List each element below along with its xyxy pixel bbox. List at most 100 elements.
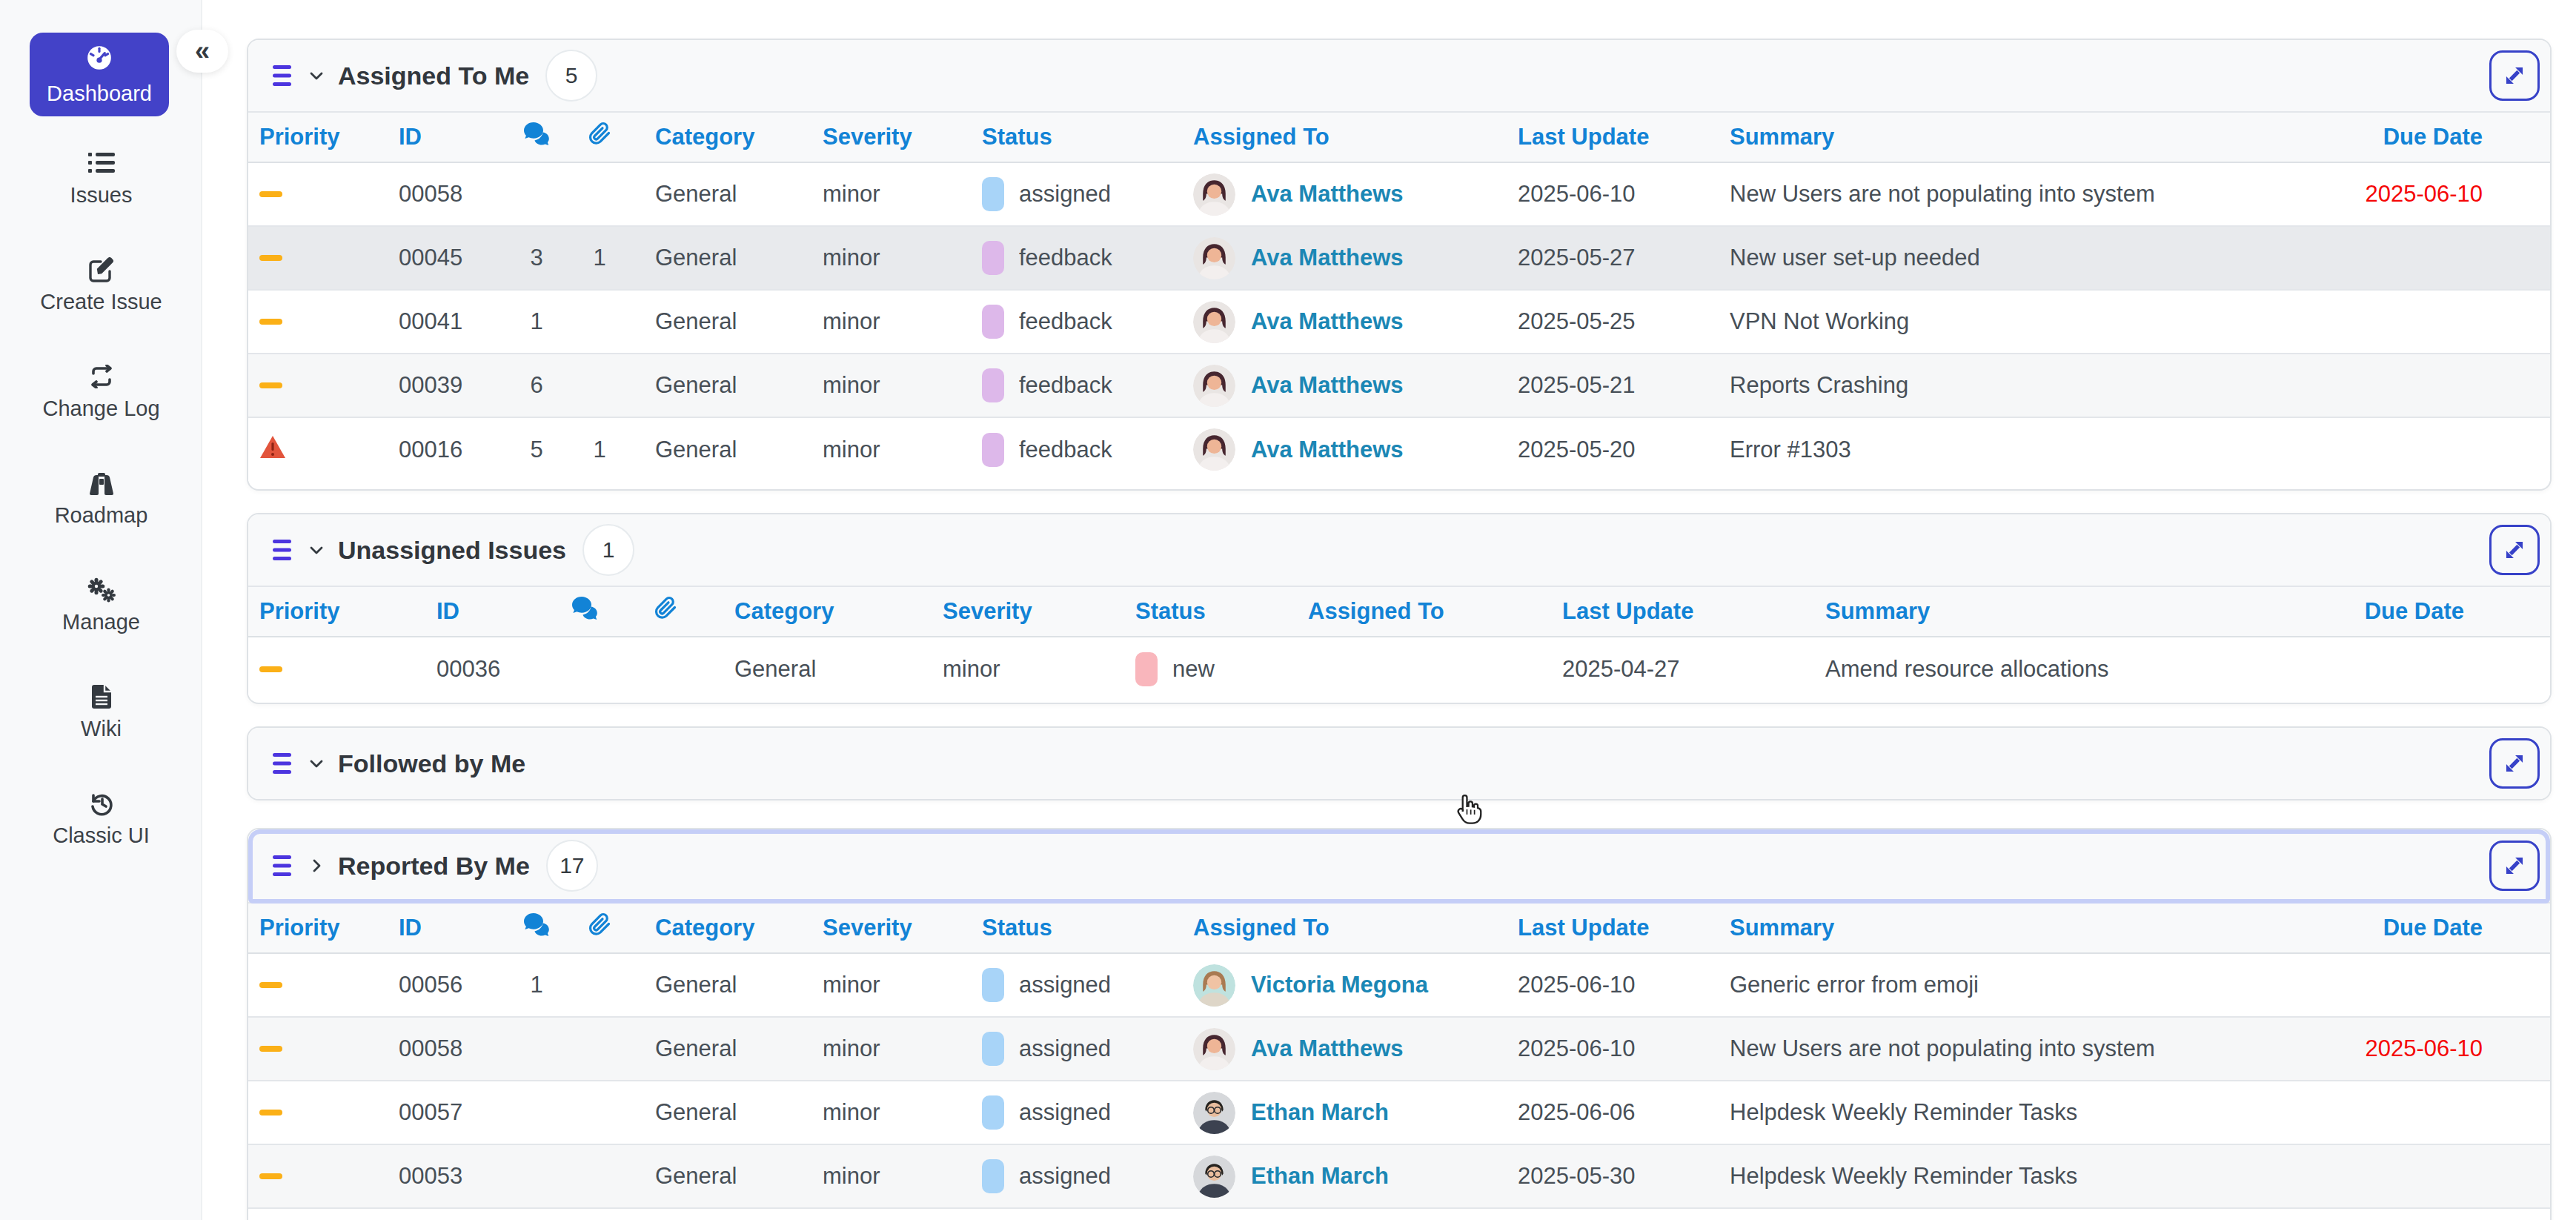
last-update-cell: 2025-06-06: [1507, 1081, 1719, 1144]
comment-count: 3: [518, 226, 555, 290]
issue-row[interactable]: 000411GeneralminorfeedbackAva Matthews20…: [248, 290, 2552, 354]
assignee-link[interactable]: Ava Matthews: [1251, 308, 1404, 335]
edit-icon: [88, 256, 115, 283]
collapse-chevron-icon[interactable]: [308, 541, 325, 559]
column-header-due-date[interactable]: Due Date: [2220, 903, 2552, 953]
expand-panel-button[interactable]: [2489, 841, 2540, 891]
column-header-priority[interactable]: Priority: [248, 903, 388, 953]
comment-count: [518, 1017, 555, 1081]
column-header-due-date[interactable]: Due Date: [2220, 112, 2552, 162]
column-header-last-update[interactable]: Last Update: [1507, 903, 1719, 953]
column-header-assigned-to[interactable]: Assigned To: [1182, 903, 1507, 953]
column-header-priority[interactable]: Priority: [248, 586, 425, 637]
severity-cell: minor: [811, 290, 971, 354]
history-icon: [88, 790, 115, 817]
sidebar-item-issues[interactable]: Issues: [0, 150, 202, 208]
column-header-status[interactable]: Status: [1124, 586, 1297, 637]
assignee-link[interactable]: Ethan March: [1251, 1099, 1389, 1126]
column-header-severity[interactable]: Severity: [932, 586, 1124, 637]
sidebar-collapse-button[interactable]: «: [176, 30, 228, 73]
column-header-severity[interactable]: Severity: [811, 903, 971, 953]
column-header-last-update[interactable]: Last Update: [1507, 112, 1719, 162]
column-header-status[interactable]: Status: [971, 112, 1182, 162]
category-cell: General: [644, 953, 811, 1017]
drag-handle-icon[interactable]: [273, 540, 291, 560]
column-header-summary[interactable]: Summary: [1719, 112, 2220, 162]
drag-handle-icon[interactable]: [273, 65, 291, 86]
category-cell: General: [644, 1081, 811, 1144]
assignee-link[interactable]: Ethan March: [1251, 1163, 1389, 1190]
issue-row[interactable]: 000561GeneralminorassignedVictoria Megon…: [248, 953, 2552, 1017]
expand-panel-button[interactable]: [2489, 50, 2540, 101]
column-header-severity[interactable]: Severity: [811, 112, 971, 162]
column-header-summary[interactable]: Summary: [1719, 903, 2220, 953]
collapse-chevron-icon[interactable]: [308, 755, 325, 772]
assignee-link[interactable]: Ava Matthews: [1251, 181, 1404, 208]
expand-panel-button[interactable]: [2489, 738, 2540, 789]
column-header-id[interactable]: ID: [425, 586, 562, 637]
collapse-chevron-icon[interactable]: [308, 857, 325, 875]
assignee-link[interactable]: Ava Matthews: [1251, 245, 1404, 271]
due-date-cell: [2225, 637, 2552, 700]
attachment-count: [555, 1081, 644, 1144]
sidebar-item-classic-ui[interactable]: Classic UI: [0, 790, 202, 848]
status-color-chip: [982, 968, 1004, 1002]
column-header-category[interactable]: Category: [644, 112, 811, 162]
column-header-last-update[interactable]: Last Update: [1551, 586, 1814, 637]
column-header-assigned-to[interactable]: Assigned To: [1297, 586, 1551, 637]
column-header-category[interactable]: Category: [644, 903, 811, 953]
column-header-priority[interactable]: Priority: [248, 112, 388, 162]
drag-handle-icon[interactable]: [273, 753, 291, 774]
issue-row[interactable]: 000396GeneralminorfeedbackAva Matthews20…: [248, 354, 2552, 417]
table-header-row: PriorityID CategorySeverityStatusAssigned…: [248, 112, 2552, 162]
expand-icon: [2500, 749, 2529, 778]
issue-row[interactable]: 0001651GeneralminorfeedbackAva Matthews2…: [248, 417, 2552, 481]
comment-count: 1: [518, 953, 555, 1017]
drag-handle-icon[interactable]: [273, 855, 291, 876]
assignee-avatar: [1193, 301, 1235, 343]
column-header-category[interactable]: Category: [723, 586, 932, 637]
issue-row[interactable]: 0004531GeneralminorfeedbackAva Matthews2…: [248, 226, 2552, 290]
summary-cell: New Users are not populating into system: [1719, 1017, 2220, 1081]
panel-count-badge: 17: [546, 840, 598, 892]
issue-row[interactable]: 00057GeneralminorassignedEthan March2025…: [248, 1081, 2552, 1144]
sidebar-item-manage[interactable]: Manage: [0, 577, 202, 634]
last-update-cell: 2025-06-10: [1507, 953, 1719, 1017]
repeat-icon: [87, 363, 116, 390]
status-color-chip: [1135, 652, 1158, 686]
column-header-id[interactable]: ID: [388, 903, 518, 953]
severity-cell: minor: [932, 637, 1124, 700]
column-header-id[interactable]: ID: [388, 112, 518, 162]
column-header-status[interactable]: Status: [971, 903, 1182, 953]
assignee-avatar: [1193, 1092, 1235, 1134]
issue-id: 00045: [388, 226, 518, 290]
expand-panel-button[interactable]: [2489, 525, 2540, 575]
issue-row[interactable]: 00036Generalminornew2025-04-27Amend reso…: [248, 637, 2552, 700]
last-update-cell: 2025-05-30: [1507, 1144, 1719, 1208]
sidebar-item-create-issue[interactable]: Create Issue: [0, 256, 202, 314]
issue-row[interactable]: 00058GeneralminorassignedAva Matthews202…: [248, 1017, 2552, 1081]
severity-cell: minor: [811, 354, 971, 417]
last-update-cell: 2025-06-10: [1507, 162, 1719, 226]
issue-row[interactable]: 00058GeneralminorassignedAva Matthews202…: [248, 162, 2552, 226]
column-header-assigned-to[interactable]: Assigned To: [1182, 112, 1507, 162]
assignee-avatar: [1193, 173, 1235, 216]
sidebar-item-dashboard[interactable]: Dashboard: [30, 33, 169, 116]
sidebar-item-roadmap[interactable]: Roadmap: [0, 470, 202, 528]
summary-cell: VPN Not Working: [1719, 290, 2220, 354]
sidebar-item-wiki[interactable]: Wiki: [0, 683, 202, 741]
issue-row[interactable]: 00053GeneralminorassignedEthan March2025…: [248, 1144, 2552, 1208]
column-header-summary[interactable]: Summary: [1814, 586, 2225, 637]
assignee-link[interactable]: Ava Matthews: [1251, 437, 1404, 463]
attachment-count: [555, 1017, 644, 1081]
severity-cell: minor: [811, 417, 971, 481]
assignee-link[interactable]: Victoria Megona: [1251, 972, 1428, 998]
status-color-chip: [982, 368, 1004, 402]
assignee-link[interactable]: Ava Matthews: [1251, 1035, 1404, 1062]
sidebar-item-change-log[interactable]: Change Log: [0, 363, 202, 421]
expand-icon: [2500, 852, 2529, 880]
column-header-due-date[interactable]: Due Date: [2225, 586, 2552, 637]
attachment-count: [555, 290, 644, 354]
collapse-chevron-icon[interactable]: [308, 67, 325, 84]
assignee-link[interactable]: Ava Matthews: [1251, 372, 1404, 399]
